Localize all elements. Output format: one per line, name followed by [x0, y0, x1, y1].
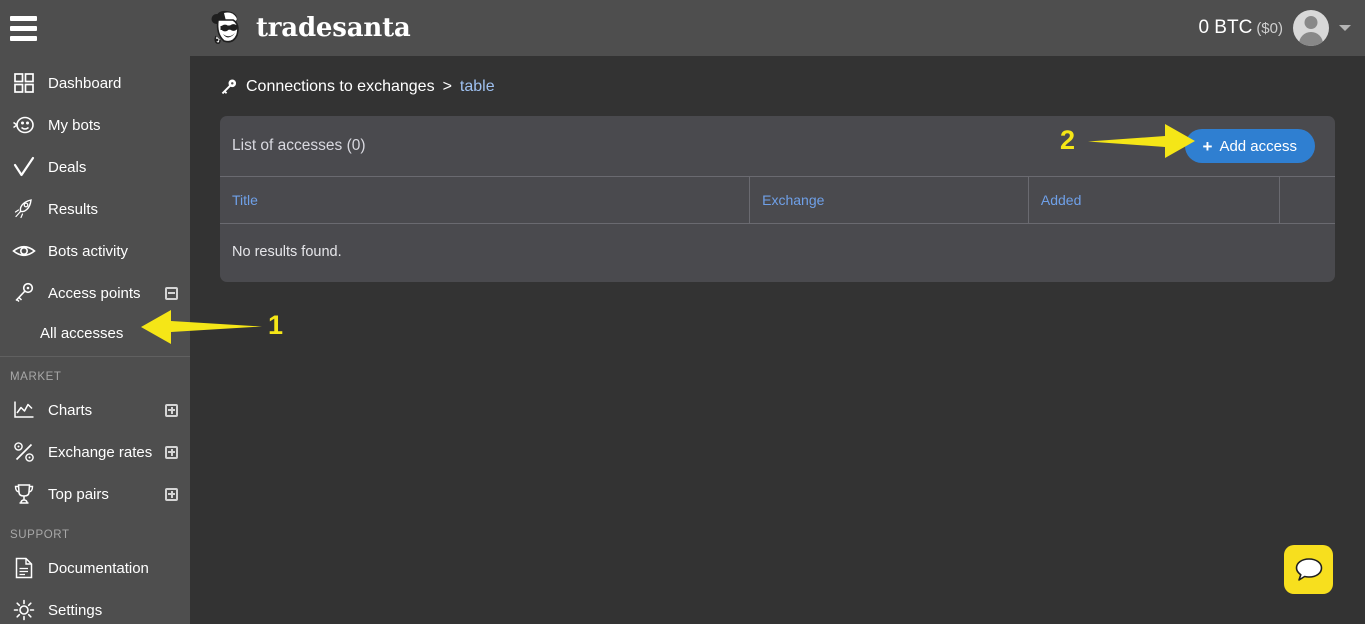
sidebar-item-bots-activity[interactable]: Bots activity [0, 230, 190, 272]
table-header: Title Exchange Added [220, 177, 1335, 224]
sidebar-item-top-pairs[interactable]: Top pairs [0, 473, 190, 515]
document-icon [10, 556, 38, 580]
hamburger-bar [10, 16, 37, 21]
brand-name: tradesanta [256, 13, 411, 43]
santa-face-logo [204, 8, 244, 48]
breadcrumb-root[interactable]: Connections to exchanges [246, 78, 435, 96]
sidebar-item-all-accesses[interactable]: All accesses [0, 314, 190, 352]
sidebar-item-settings[interactable]: Settings [0, 589, 190, 624]
sidebar-item-access-points[interactable]: Access points [0, 272, 190, 314]
sidebar-item-label: Top pairs [48, 486, 165, 503]
sidebar-section-market-title: MARKET [0, 357, 190, 389]
sidebar-item-deals[interactable]: Deals [0, 146, 190, 188]
sidebar-main-nav: Dashboard My bots [0, 62, 190, 352]
plus-box-icon[interactable] [165, 488, 178, 501]
sidebar-item-dashboard[interactable]: Dashboard [0, 62, 190, 104]
sidebar-item-label: Documentation [48, 560, 178, 577]
sidebar-item-documentation[interactable]: Documentation [0, 547, 190, 589]
breadcrumb-current: table [460, 78, 495, 96]
sidebar-item-label: Bots activity [48, 243, 178, 260]
check-icon [10, 155, 38, 179]
hamburger-bar [10, 36, 37, 41]
breadcrumb: Connections to exchanges > table [190, 56, 1365, 96]
brand[interactable]: tradesanta [204, 8, 411, 48]
table-body: No results found. [220, 224, 1335, 283]
balance-display: 0 BTC($0) [1198, 17, 1283, 39]
hamburger-bar [10, 26, 37, 31]
balance-btc: 0 BTC [1198, 17, 1252, 38]
robot-icon [10, 113, 38, 137]
main-area: tradesanta 0 BTC($0) Connections to exc [190, 0, 1365, 624]
sidebar-item-label: Exchange rates [48, 444, 165, 461]
card-header: List of accesses (0) + Add access [220, 116, 1335, 176]
table-header-row: Title Exchange Added [220, 177, 1335, 224]
grid-icon [10, 71, 38, 95]
column-header-title[interactable]: Title [220, 177, 750, 224]
rocket-icon [10, 197, 38, 221]
table-empty-row: No results found. [220, 224, 1335, 283]
annotation-number-1: 1 [268, 310, 283, 341]
app-root: Dashboard My bots [0, 0, 1365, 624]
line-chart-icon [10, 398, 38, 422]
sidebar-item-label: Deals [48, 159, 178, 176]
accesses-card: List of accesses (0) + Add access Title … [220, 116, 1335, 282]
sidebar-item-label: Dashboard [48, 75, 178, 92]
empty-message: No results found. [220, 224, 1335, 283]
column-header-exchange[interactable]: Exchange [750, 177, 1029, 224]
user-avatar-icon[interactable] [1293, 10, 1329, 46]
sidebar-item-results[interactable]: Results [0, 188, 190, 230]
sidebar-item-charts[interactable]: Charts [0, 389, 190, 431]
breadcrumb-separator: > [443, 78, 452, 96]
sidebar-item-label: Charts [48, 402, 165, 419]
sidebar-section-support-title: SUPPORT [0, 515, 190, 547]
hamburger-icon[interactable] [0, 0, 40, 56]
minus-box-icon[interactable] [165, 287, 178, 300]
accesses-table: Title Exchange Added No results found. [220, 176, 1335, 282]
sidebar-item-my-bots[interactable]: My bots [0, 104, 190, 146]
add-access-label: Add access [1219, 138, 1297, 155]
plus-icon: + [1203, 138, 1213, 155]
add-access-button[interactable]: + Add access [1185, 129, 1315, 163]
topbar: tradesanta 0 BTC($0) [190, 0, 1365, 56]
chat-bubble-icon [1294, 556, 1324, 584]
card-title: List of accesses (0) [232, 137, 366, 155]
chevron-down-icon[interactable] [1339, 25, 1351, 31]
plus-box-icon[interactable] [165, 404, 178, 417]
percent-icon [10, 440, 38, 464]
plus-box-icon[interactable] [165, 446, 178, 459]
sidebar-item-label: Access points [48, 285, 165, 302]
sidebar-item-label: Results [48, 201, 178, 218]
gear-icon [10, 598, 38, 622]
column-header-actions [1279, 177, 1335, 224]
column-header-added[interactable]: Added [1028, 177, 1279, 224]
key-icon [220, 78, 238, 96]
annotation-number-2: 2 [1060, 125, 1075, 156]
key-icon [10, 281, 38, 305]
sidebar-item-label: My bots [48, 117, 178, 134]
chat-widget-button[interactable] [1284, 545, 1333, 594]
eye-icon [10, 239, 38, 263]
sidebar-item-exchange-rates[interactable]: Exchange rates [0, 431, 190, 473]
sidebar-item-label: Settings [48, 602, 178, 619]
balance-usd: ($0) [1256, 20, 1283, 37]
sidebar: Dashboard My bots [0, 0, 190, 624]
topbar-right: 0 BTC($0) [1198, 10, 1351, 46]
trophy-icon [10, 482, 38, 506]
sidebar-subitem-label: All accesses [40, 325, 123, 342]
